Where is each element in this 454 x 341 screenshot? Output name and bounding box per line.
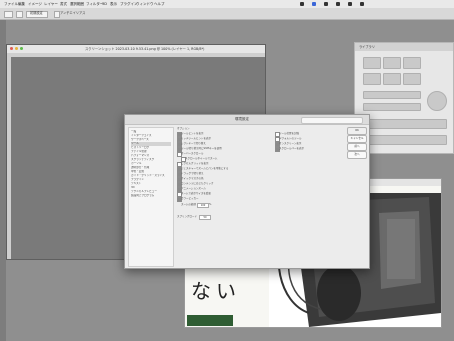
tool-preset-icon[interactable] [4, 11, 13, 18]
options-bar: 初期設定 アンチエイリアス [0, 8, 454, 20]
option-label: コンテンツに応じたクリック [181, 182, 214, 185]
option-label: リッチツールヒントを表示 [181, 137, 212, 140]
option-label: アニメーションズーム [181, 187, 206, 190]
dialog-titlebar[interactable]: 環境設定 [125, 115, 369, 125]
close-icon[interactable] [10, 47, 13, 50]
spring-label: スプリングロード [177, 215, 198, 218]
option-label: クイックマスクの色 [181, 177, 204, 180]
battery-icon[interactable] [336, 2, 340, 6]
menu-plugins[interactable]: プラグイン [120, 0, 138, 8]
next-button[interactable]: 次へ [347, 151, 367, 159]
panel-title: ライブラリ [359, 45, 375, 49]
panel-thumb[interactable] [383, 57, 401, 69]
section-label: オプション [177, 127, 190, 130]
menu-3d[interactable]: 3D [102, 0, 107, 8]
panel-row[interactable] [363, 103, 421, 111]
menu-image[interactable]: イメージ [28, 0, 42, 8]
option-label: ツール切り替え時にShiftキーを使用 [181, 147, 222, 150]
document-title: スクリーンショット 2023-03-10 9.53.41.png @ 100% … [85, 47, 205, 51]
ok-button[interactable]: OK [347, 127, 367, 135]
option-label: ツール位置を記憶 [279, 132, 300, 135]
option-label: デフォルトのツール [279, 137, 302, 140]
menu-bar: ファイル 編集 イメージ レイヤー 書式 選択範囲 フィルター 3D 表示 プラ… [0, 0, 454, 8]
option-label: ズームで表示サイズを変更 [181, 192, 211, 195]
option-label: ドラッグで切り替え [181, 172, 204, 175]
ruler-horizontal[interactable] [7, 53, 265, 57]
option-toggle[interactable] [16, 11, 23, 18]
option-label: オンスクリーン表示 [279, 142, 302, 145]
panel-thumb[interactable] [383, 73, 401, 85]
panel-row[interactable] [363, 135, 447, 145]
menu-file[interactable]: ファイル [4, 0, 18, 8]
option-label: ピクセルグリッドを表示 [181, 162, 209, 165]
control-center-icon[interactable] [360, 2, 364, 6]
option-label: ジェスチャーでズームとパンを可能にする [181, 167, 229, 170]
menu-help[interactable]: ヘルプ [154, 0, 165, 8]
prefs-content: オプション ツールヒントを表示 リッチツールヒントを表示 シフトキーで切り替え … [175, 127, 339, 265]
zoom-icon[interactable] [20, 47, 23, 50]
sidebar-item[interactable]: 製品向上プログラム [131, 194, 171, 198]
panel-thumb[interactable] [363, 57, 381, 69]
zoom-field-label: ズームの処理 [181, 203, 196, 206]
wifi-icon[interactable] [324, 2, 328, 6]
panel-thumb[interactable] [403, 57, 421, 69]
app-icon[interactable] [312, 2, 316, 6]
option-label: ツールヒントを表示 [181, 132, 204, 135]
prev-button[interactable]: 前へ [347, 143, 367, 151]
cancel-button[interactable]: キャンセル [347, 135, 367, 143]
document-titlebar[interactable]: スクリーンショット 2023-03-10 9.53.41.png @ 100% … [7, 45, 265, 53]
photo-caption: ない [191, 279, 241, 303]
option-label: シフトキーで切り替え [181, 142, 206, 145]
spring-input[interactable]: 50 [199, 215, 211, 220]
panel-header[interactable]: ライブラリ [355, 43, 453, 51]
dialog-title: 環境設定 [235, 117, 249, 121]
panel-thumb[interactable] [403, 73, 421, 85]
minimize-icon[interactable] [15, 47, 18, 50]
search-input[interactable] [301, 117, 363, 124]
preferences-dialog: 環境設定 一般 インターフェイス ワークスペース ツール ヒストリーログ ファイ… [124, 114, 370, 269]
status-icon[interactable] [300, 2, 304, 6]
dial-icon[interactable] [427, 91, 447, 111]
option-label: カラーピッカー [181, 197, 199, 200]
antialias-label: アンチエイリアス [60, 11, 86, 15]
menu-edit[interactable]: 編集 [18, 0, 25, 8]
menu-layer[interactable]: レイヤー [44, 0, 58, 8]
menu-type[interactable]: 書式 [60, 0, 67, 8]
panel-row[interactable] [363, 119, 447, 129]
option-label: スクロールホイールでズーム [185, 157, 218, 160]
zoom-field-input[interactable]: 100 [197, 203, 209, 208]
option-label: オーバースクロール [181, 152, 204, 155]
menu-window[interactable]: ウィンドウ [136, 0, 154, 8]
panel-thumb[interactable] [363, 73, 381, 85]
menu-filter[interactable]: フィルター [86, 0, 103, 8]
option-label: スクロールバーを表示 [279, 147, 305, 150]
green-sign [187, 315, 233, 326]
search-icon[interactable] [348, 2, 352, 6]
menu-select[interactable]: 選択範囲 [70, 0, 84, 8]
zoom-field-unit: % [209, 203, 212, 206]
ruler-vertical[interactable] [7, 57, 11, 259]
style-value: 初期設定 [30, 11, 43, 15]
menu-view[interactable]: 表示 [110, 0, 117, 8]
panel-row[interactable] [363, 91, 421, 99]
prefs-sidebar: 一般 インターフェイス ワークスペース ツール ヒストリーログ ファイル管理 パ… [128, 127, 174, 267]
